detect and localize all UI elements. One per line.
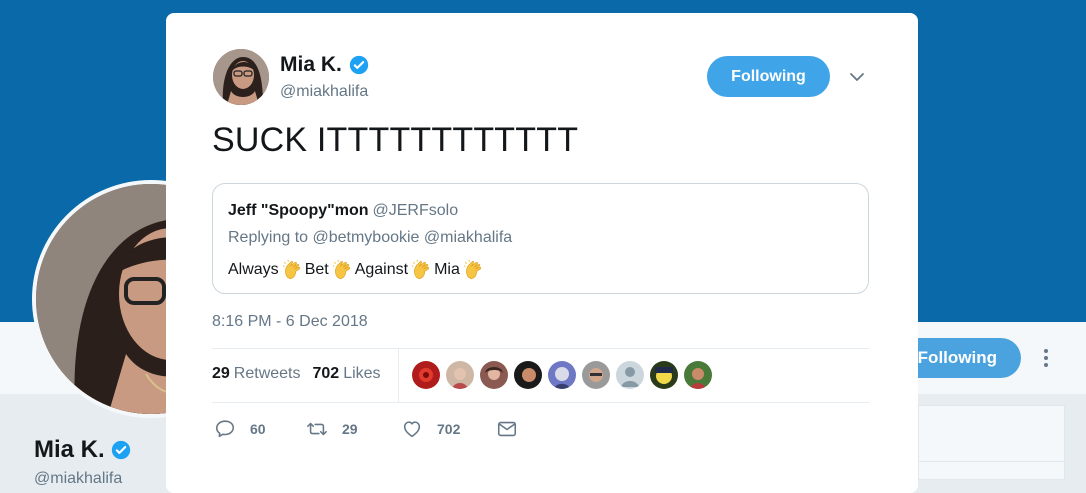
verified-badge-icon xyxy=(349,55,369,75)
author-name-text[interactable]: Mia K. xyxy=(280,53,342,77)
message-icon xyxy=(497,421,517,437)
quoted-author-handle[interactable]: @JERFsolo xyxy=(373,202,459,219)
liker-avatar[interactable] xyxy=(684,361,712,389)
quoted-author-name[interactable]: Jeff "Spoopy"mon xyxy=(228,202,369,219)
retweets-label[interactable]: Retweets xyxy=(234,365,301,382)
chevron-down-icon[interactable] xyxy=(849,69,865,85)
likes-label[interactable]: Likes xyxy=(343,365,380,382)
more-icon[interactable] xyxy=(1040,346,1052,370)
profile-handle: @miakhalifa xyxy=(34,470,123,487)
reply-icon xyxy=(215,420,235,438)
divider xyxy=(212,402,869,403)
tweet-actions: 60 29 702 xyxy=(214,418,518,440)
liker-avatar[interactable] xyxy=(616,361,644,389)
clap-emoji-icon xyxy=(411,259,430,280)
liker-avatar[interactable] xyxy=(480,361,508,389)
liker-avatar[interactable] xyxy=(412,361,440,389)
author-name[interactable]: Mia K. xyxy=(280,53,369,77)
tweet-stats: 29 Retweets 702 Likes xyxy=(212,365,381,383)
quoted-text: Always Bet Against Mia xyxy=(228,259,486,281)
divider xyxy=(212,348,869,349)
quoted-tweet[interactable]: Jeff "Spoopy"mon @JERFsolo Replying to @b… xyxy=(212,183,869,294)
like-button[interactable]: 702 xyxy=(401,418,496,440)
quoted-author[interactable]: Jeff "Spoopy"mon @JERFsolo xyxy=(228,202,458,220)
author-handle[interactable]: @miakhalifa xyxy=(280,83,368,101)
divider xyxy=(398,349,399,402)
liker-avatar[interactable] xyxy=(582,361,610,389)
retweet-count: 29 xyxy=(342,421,358,437)
like-count: 702 xyxy=(437,421,461,437)
profile-name-text: Mia K. xyxy=(34,436,105,463)
side-card xyxy=(918,405,1065,480)
author-avatar[interactable] xyxy=(213,49,269,105)
reply-button[interactable]: 60 xyxy=(214,418,306,440)
tweet-modal: Mia K. @miakhalifa Following SUCK ITTTTT… xyxy=(166,13,918,493)
tweet-text: SUCK ITTTTTTTTTTTT xyxy=(212,121,579,159)
quoted-reply-line: Replying to @betmybookie @miakhalifa xyxy=(228,229,513,246)
clap-emoji-icon xyxy=(332,259,350,280)
liker-avatar[interactable] xyxy=(650,361,678,389)
likes-stat[interactable]: 702 Likes xyxy=(313,365,381,383)
heart-icon xyxy=(403,421,421,438)
retweets-stat[interactable]: 29 Retweets xyxy=(212,365,301,383)
quoted-word: Against xyxy=(354,261,409,278)
liker-avatar[interactable] xyxy=(548,361,576,389)
direct-message-button[interactable] xyxy=(496,418,518,440)
retweets-count[interactable]: 29 xyxy=(212,365,230,382)
quoted-word: Always xyxy=(228,261,279,278)
quoted-word: Mia xyxy=(434,261,460,278)
retweet-icon xyxy=(307,422,327,436)
likes-count[interactable]: 702 xyxy=(313,365,340,382)
following-button[interactable]: Following xyxy=(707,56,830,97)
retweet-button[interactable]: 29 xyxy=(306,418,401,440)
reply-count: 60 xyxy=(250,421,266,437)
liker-avatar[interactable] xyxy=(446,361,474,389)
liker-avatars xyxy=(412,361,712,389)
liker-avatar[interactable] xyxy=(514,361,542,389)
tweet-timestamp[interactable]: 8:16 PM - 6 Dec 2018 xyxy=(212,313,368,331)
profile-name: Mia K. xyxy=(34,436,131,464)
clap-emoji-icon xyxy=(463,259,482,280)
quoted-word: Bet xyxy=(304,261,329,278)
clap-emoji-icon xyxy=(282,259,300,280)
verified-badge-icon xyxy=(111,440,130,460)
